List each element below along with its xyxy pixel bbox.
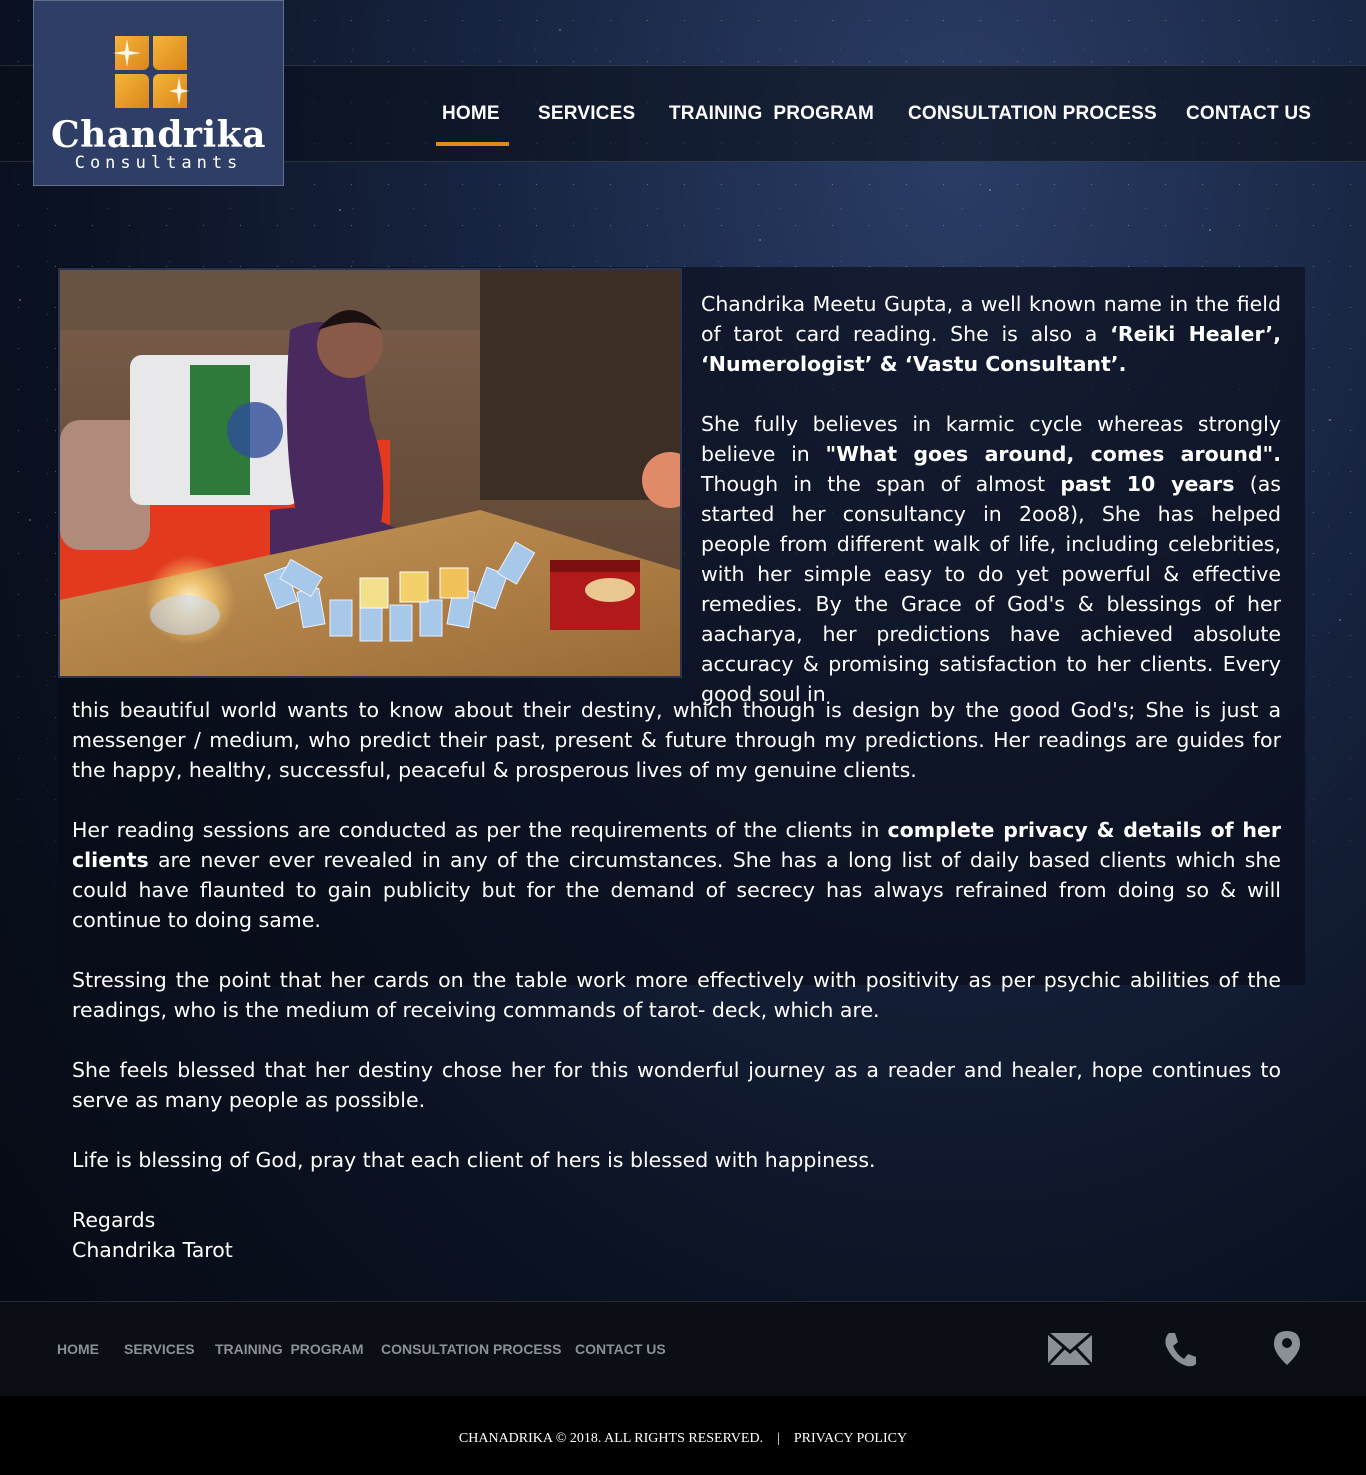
main-nav: HOME SERVICES TRAINING PROGRAM CONSULTAT… [0,103,1366,127]
beliefs-paragraph: She fully believes in karmic cycle where… [701,412,1282,706]
footer-nav-services[interactable]: SERVICES [124,1341,195,1357]
mail-icon[interactable] [1047,1332,1093,1366]
blessed-paragraph: She feels blessed that her destiny chose… [72,1058,1281,1112]
regards-text: Regards [72,1208,156,1232]
positivity-paragraph: Stressing the point that her cards on th… [72,968,1281,1022]
nav-contact-us[interactable]: CONTACT US [1186,103,1311,125]
nav-services[interactable]: SERVICES [538,103,635,125]
logo-subtitle: Consultants [74,153,243,173]
footer-nav-home[interactable]: HOME [57,1341,99,1357]
location-pin-icon[interactable] [1273,1330,1301,1366]
logo-mark-icon [113,36,189,108]
blessing-paragraph: Life is blessing of God, pray that each … [72,1148,876,1172]
nav-consultation-process[interactable]: CONSULTATION PROCESS [908,103,1157,125]
copyright-text: CHANADRIKA © 2018. ALL RIGHTS RESERVED. … [458,1431,908,1446]
signature-text: Chandrika Tarot [72,1238,233,1262]
nav-training-program[interactable]: TRAINING PROGRAM [669,103,874,125]
destiny-paragraph: this beautiful world wants to know about… [72,698,1281,782]
footer-nav-training-program[interactable]: TRAINING PROGRAM [215,1341,364,1357]
tarot-reading-photo [58,268,682,678]
active-nav-indicator [436,142,509,146]
footer-nav-consultation-process[interactable]: CONSULTATION PROCESS [381,1341,561,1357]
phone-icon[interactable] [1163,1331,1197,1367]
intro-paragraph: Chandrika Meetu Gupta, a well known name… [701,292,1281,376]
logo[interactable]: Chandrika Consultants [33,0,284,186]
privacy-paragraph: Her reading sessions are conducted as pe… [72,818,1281,932]
footer-bar [0,1301,1366,1397]
nav-home[interactable]: HOME [442,103,500,125]
footer-nav-contact-us[interactable]: CONTACT US [575,1341,666,1357]
